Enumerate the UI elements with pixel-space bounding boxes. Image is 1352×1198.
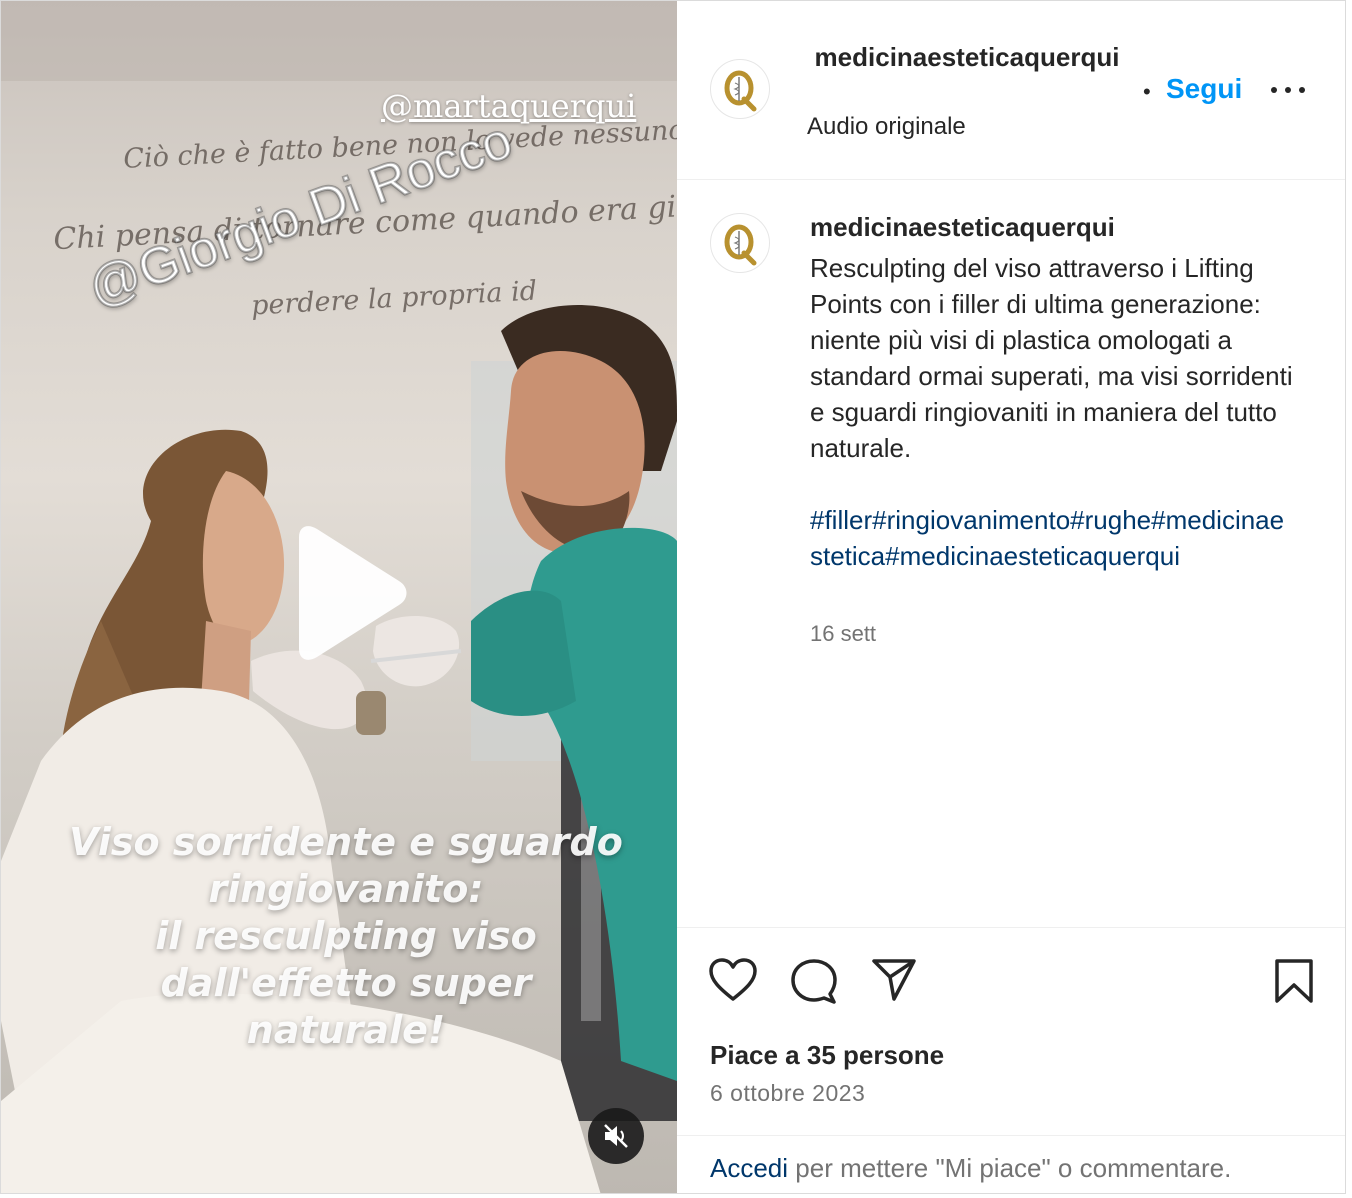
hashtag-link[interactable]: #filler [810, 505, 872, 535]
likes-count[interactable]: Piace a 35 persone [710, 1040, 944, 1071]
more-options-button[interactable] [1271, 85, 1305, 95]
play-icon [299, 526, 407, 660]
overlay-line: ringiovanito: [208, 867, 484, 911]
profile-avatar[interactable] [710, 59, 770, 119]
like-button[interactable] [709, 958, 757, 1007]
post-actions: Piace a 35 persone 6 ottobre 2023 [677, 927, 1345, 1136]
post-header: medicinaesteticaquerqui Audio originale … [677, 1, 1345, 180]
reel-video[interactable]: Ciò che è fatto bene non lo vede nessuno… [1, 1, 677, 1193]
save-button[interactable] [1274, 958, 1314, 1009]
video-tag-marta: @martaquerqui [381, 87, 637, 125]
bookmark-icon [1275, 959, 1313, 1003]
login-prompt: Accedi per mettere "Mi piace" o commenta… [677, 1135, 1345, 1193]
post-side-panel: medicinaesteticaquerqui Audio originale … [677, 1, 1345, 1193]
hashtag-link[interactable]: #medicinaesteticaquerqui [885, 541, 1180, 571]
comment-text: Resculpting del viso attraverso i Liftin… [810, 253, 1293, 463]
comment-avatar[interactable] [710, 213, 770, 273]
more-horizontal-icon [1271, 87, 1277, 93]
play-button[interactable] [281, 523, 411, 663]
post-date: 6 ottobre 2023 [710, 1080, 866, 1106]
overlay-line: il resculpting viso [155, 914, 537, 958]
comment-button[interactable] [790, 958, 838, 1009]
login-prompt-text: Accedi per mettere "Mi piace" o commenta… [710, 1153, 1231, 1184]
comment-date[interactable]: 16 sett [810, 621, 876, 647]
clinic-logo-icon [716, 65, 764, 113]
mute-toggle-button[interactable] [588, 1108, 644, 1164]
header-username[interactable]: medicinaesteticaquerqui [807, 39, 1127, 75]
login-prompt-rest: per mettere "Mi piace" o commentare. [788, 1153, 1232, 1183]
login-link[interactable]: Accedi [710, 1153, 788, 1183]
hashtag-link[interactable]: #ringiovanimento [872, 505, 1070, 535]
clinic-logo-icon [716, 219, 764, 267]
post-dialog: Ciò che è fatto bene non lo vede nessuno… [0, 0, 1346, 1194]
hashtag-link[interactable]: #rughe [1070, 505, 1151, 535]
share-button[interactable] [871, 958, 917, 1007]
comment-icon [791, 959, 837, 1004]
more-horizontal-icon [1299, 87, 1305, 93]
send-icon [872, 959, 916, 1001]
audio-label[interactable]: Audio originale [807, 113, 966, 141]
video-caption-overlay: Viso sorridente e sguardo ringiovanito: … [1, 819, 677, 1054]
overlay-line: naturale! [246, 1008, 446, 1052]
follow-button[interactable]: Segui [1166, 73, 1242, 105]
speaker-muted-icon [604, 1124, 628, 1148]
more-horizontal-icon [1285, 87, 1291, 93]
heart-icon [709, 958, 757, 1001]
overlay-line: dall'effetto super [160, 961, 532, 1005]
hashtag-list: #filler#ringiovanimento#rughe #medicinaes… [810, 502, 1285, 574]
separator-dot: • [1143, 79, 1151, 104]
comment-username[interactable]: medicinaesteticaquerqui [810, 212, 1115, 243]
overlay-line: Viso sorridente e sguardo [69, 820, 623, 864]
